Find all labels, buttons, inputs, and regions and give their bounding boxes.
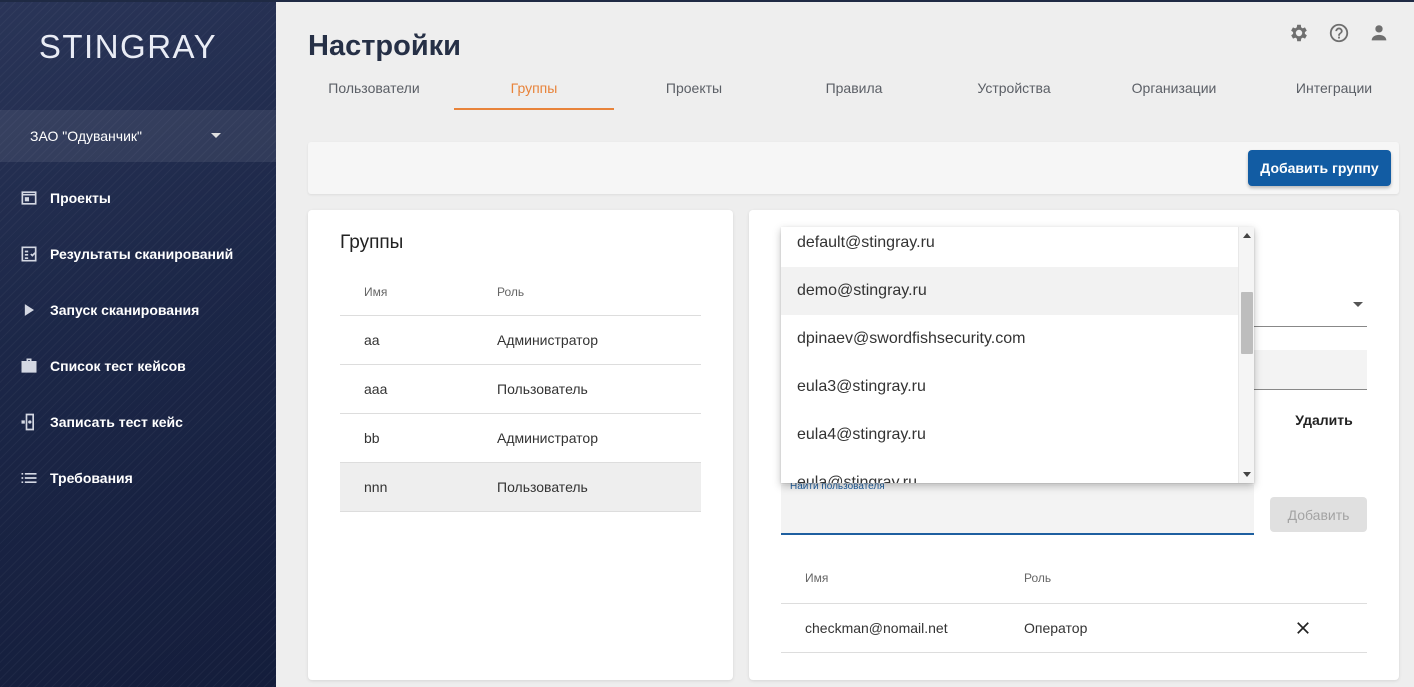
members-table: Имя Роль checkman@nomail.net Оператор <box>781 552 1367 653</box>
group-name: aaa <box>364 381 388 397</box>
tab-integrations[interactable]: Интеграции <box>1254 66 1414 110</box>
user-autocomplete-dropdown: default@stingray.ru demo@stingray.ru dpi… <box>781 227 1254 483</box>
group-role: Администратор <box>497 430 599 446</box>
table-row[interactable]: aa Администратор <box>340 316 701 365</box>
member-role: Оператор <box>1024 620 1088 636</box>
briefcase-icon <box>19 356 39 376</box>
page-title: Настройки <box>308 30 462 62</box>
group-name: nnn <box>364 479 388 495</box>
sidebar-item-scan-results[interactable]: Результаты сканирований <box>0 226 276 282</box>
sidebar-item-label: Требования <box>50 470 133 486</box>
group-role: Пользователь <box>497 479 588 495</box>
sidebar-item-start-scan[interactable]: Запуск сканирования <box>0 282 276 338</box>
sidebar-item-label: Список тест кейсов <box>50 358 186 374</box>
table-row-selected[interactable]: nnn Пользователь <box>340 463 701 512</box>
top-border <box>0 0 1414 2</box>
record-device-icon <box>19 412 39 432</box>
groups-toolbar: Добавить группу <box>308 142 1399 194</box>
group-role: Пользователь <box>497 381 588 397</box>
sidebar-item-requirements[interactable]: Требования <box>0 450 276 506</box>
column-role-header: Роль <box>497 284 525 299</box>
dropdown-option[interactable]: eula4@stingray.ru <box>781 411 1238 459</box>
table-header: Имя Роль <box>340 268 701 316</box>
dropdown-option[interactable]: dpinaev@swordfishsecurity.com <box>781 315 1238 363</box>
sidebar-item-projects[interactable]: Проекты <box>0 170 276 226</box>
caret-down-icon <box>211 133 221 138</box>
table-row: checkman@nomail.net Оператор <box>781 604 1367 653</box>
group-role: Администратор <box>497 332 599 348</box>
dropdown-scrollbar[interactable] <box>1238 227 1254 483</box>
sidebar: STINGRAY ЗАО "Одуванчик" Проекты Результ… <box>0 0 276 687</box>
play-icon <box>19 300 39 320</box>
sidebar-item-label: Запуск сканирования <box>50 302 200 318</box>
projects-icon <box>19 188 39 208</box>
scrollbar-thumb[interactable] <box>1241 292 1253 354</box>
user-search-input[interactable] <box>789 499 1244 527</box>
gear-icon[interactable] <box>1288 22 1310 44</box>
add-group-button[interactable]: Добавить группу <box>1248 150 1391 186</box>
column-role-header: Роль <box>1024 570 1052 585</box>
add-member-button[interactable]: Добавить <box>1270 497 1367 532</box>
dropdown-option[interactable]: demo@stingray.ru <box>781 267 1238 315</box>
column-name-header: Имя <box>364 284 388 299</box>
remove-member-icon[interactable] <box>1291 616 1315 640</box>
table-row[interactable]: aaa Пользователь <box>340 365 701 414</box>
caret-down-icon <box>1353 302 1363 307</box>
sidebar-item-test-cases[interactable]: Список тест кейсов <box>0 338 276 394</box>
group-name: aa <box>364 332 380 348</box>
sidebar-nav: Проекты Результаты сканирований Запуск с… <box>0 170 276 506</box>
tab-organizations[interactable]: Организации <box>1094 66 1254 110</box>
sidebar-item-label: Записать тест кейс <box>50 414 183 430</box>
member-email: checkman@nomail.net <box>805 620 948 636</box>
groups-card: Группы Имя Роль aa Администратор aaa Пол… <box>308 210 733 680</box>
organization-name: ЗАО "Одуванчик" <box>30 128 142 144</box>
tab-groups[interactable]: Группы <box>454 66 614 110</box>
delete-group-button[interactable]: Удалить <box>1281 408 1367 432</box>
sidebar-item-record-test-case[interactable]: Записать тест кейс <box>0 394 276 450</box>
account-icon[interactable] <box>1368 22 1390 44</box>
dropdown-option[interactable]: default@stingray.ru <box>781 227 1238 267</box>
settings-tabs: Пользователи Группы Проекты Правила Устр… <box>294 66 1414 110</box>
dropdown-option[interactable]: eula@stingray.ru <box>781 459 1238 483</box>
column-name-header: Имя <box>805 570 829 585</box>
sidebar-item-label: Проекты <box>50 190 111 206</box>
header-actions <box>1288 22 1390 44</box>
group-name-field[interactable] <box>1254 350 1367 390</box>
groups-title: Группы <box>340 232 404 253</box>
tab-rules[interactable]: Правила <box>774 66 934 110</box>
scan-results-icon <box>19 244 39 264</box>
group-name: bb <box>364 430 380 446</box>
scroll-down-icon[interactable] <box>1243 472 1251 477</box>
app-logo: STINGRAY <box>38 28 218 65</box>
help-icon[interactable] <box>1328 22 1350 44</box>
list-icon <box>19 468 39 488</box>
scroll-up-icon[interactable] <box>1243 233 1251 238</box>
dropdown-option[interactable]: eula3@stingray.ru <box>781 363 1238 411</box>
role-select[interactable] <box>1254 326 1367 327</box>
table-row[interactable]: bb Администратор <box>340 414 701 463</box>
user-search-field[interactable]: Найти пользователя <box>781 481 1254 535</box>
tab-users[interactable]: Пользователи <box>294 66 454 110</box>
sidebar-item-label: Результаты сканирований <box>50 246 234 262</box>
table-header: Имя Роль <box>781 552 1367 604</box>
tab-projects[interactable]: Проекты <box>614 66 774 110</box>
groups-table: Имя Роль aa Администратор aaa Пользовате… <box>340 268 701 512</box>
organization-select[interactable]: ЗАО "Одуванчик" <box>0 110 276 162</box>
tab-devices[interactable]: Устройства <box>934 66 1094 110</box>
dropdown-options: default@stingray.ru demo@stingray.ru dpi… <box>781 227 1238 483</box>
